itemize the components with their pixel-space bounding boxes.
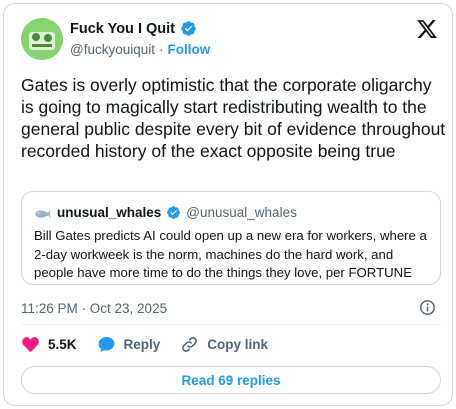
reply-label: Reply: [123, 337, 161, 352]
tweet-text: Gates is overly optimistic that the corp…: [21, 75, 446, 161]
link-icon: [182, 337, 198, 352]
quoted-display-name: unusual_whales: [57, 205, 162, 220]
handle-separator: ·: [159, 42, 164, 57]
copy-link-label: Copy link: [207, 337, 269, 352]
quoted-handle: @unusual_whales: [186, 205, 297, 220]
tweet-timestamp[interactable]: 11:26 PM · Oct 23, 2025: [21, 301, 167, 316]
author-display-name[interactable]: Fuck You I Quit: [70, 21, 175, 37]
reply-button[interactable]: Reply: [97, 335, 161, 354]
quoted-text: Bill Gates predicts AI could open up a n…: [34, 228, 427, 280]
action-bar: 5.5K Reply Copy link: [21, 335, 288, 354]
author-handle-row: @fuckyouiquit · Follow: [70, 42, 210, 57]
heart-icon: [22, 337, 39, 353]
reply-bubble-icon: [98, 336, 114, 353]
read-replies-button[interactable]: Read 69 replies: [21, 366, 441, 394]
info-icon[interactable]: [419, 299, 436, 316]
like-button[interactable]: 5.5K: [21, 335, 77, 354]
author-handle[interactable]: @fuckyouiquit: [70, 42, 155, 57]
follow-button[interactable]: Follow: [168, 42, 211, 57]
quoted-header: unusual_whales @unusual_whales: [34, 205, 297, 220]
author-avatar[interactable]: [21, 18, 63, 60]
x-logo-icon[interactable]: [416, 18, 438, 40]
quoted-tweet[interactable]: unusual_whales @unusual_whales Bill Gate…: [21, 191, 441, 285]
verified-badge-icon: [181, 21, 196, 36]
like-count: 5.5K: [48, 337, 77, 352]
quoted-verified-badge-icon: [167, 206, 181, 219]
tweet-card: Fuck You I Quit @fuckyouiquit · Follow G…: [3, 3, 453, 406]
divider: [21, 324, 441, 325]
author-name-row: Fuck You I Quit: [70, 20, 197, 37]
whale-icon: [35, 209, 51, 218]
copy-link-button[interactable]: Copy link: [180, 335, 268, 354]
